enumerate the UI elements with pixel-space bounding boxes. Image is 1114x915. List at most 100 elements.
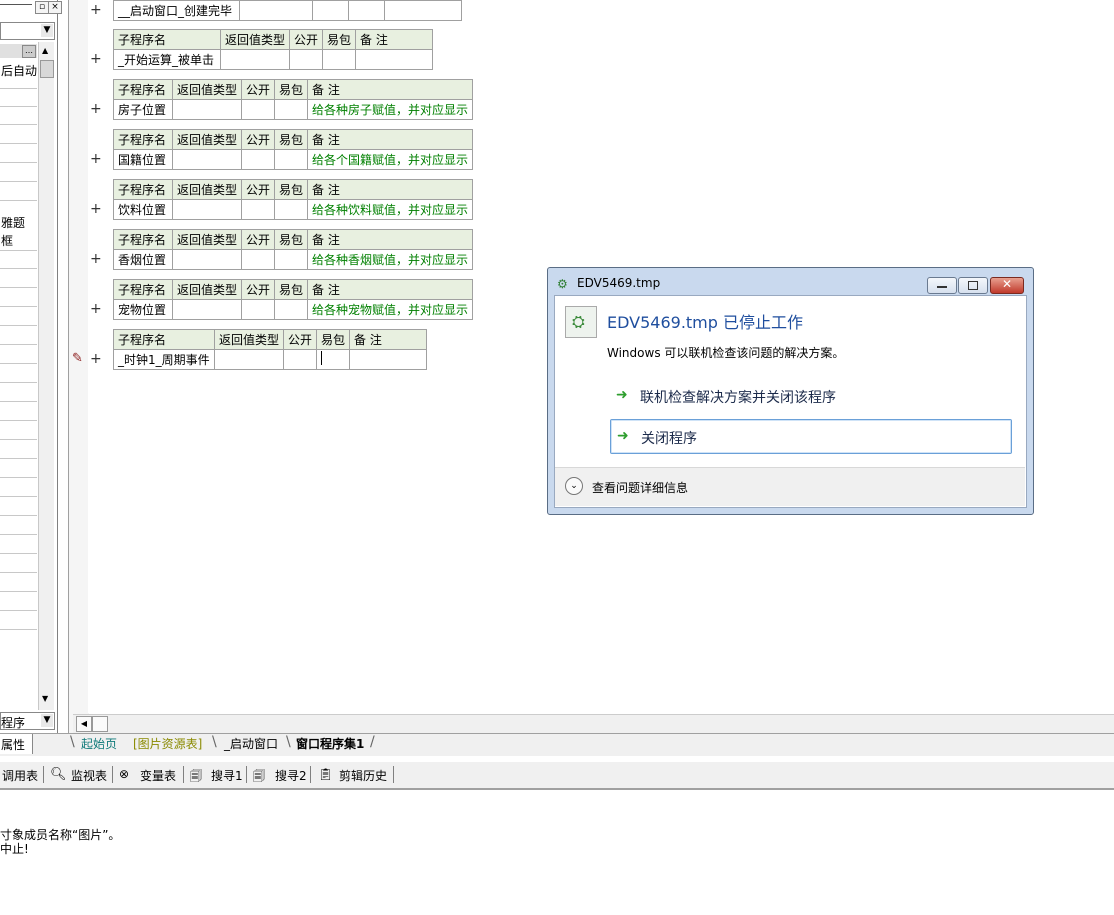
- subroutine-table: 子程序名 返回值类型 公开 易包备 注 _时钟1_周期事件: [113, 329, 428, 370]
- subroutine-easy-pkg[interactable]: [274, 299, 309, 320]
- subroutine-public[interactable]: [241, 199, 276, 220]
- scroll-down-icon[interactable]: ▼: [42, 694, 48, 703]
- subroutine-easy-pkg[interactable]: [316, 349, 351, 370]
- subroutine-public[interactable]: [283, 349, 318, 370]
- header-easy-pkg: 易包: [274, 79, 309, 100]
- subroutine-name[interactable]: 香烟位置: [113, 249, 173, 270]
- tab-start-page[interactable]: 起始页: [81, 735, 117, 752]
- subroutine-note[interactable]: 给各种房子赋值，并对应显示: [307, 99, 474, 120]
- close-button[interactable]: ✕: [990, 277, 1024, 294]
- header-note: 备 注: [307, 279, 474, 300]
- subroutine-easy-pkg[interactable]: [274, 99, 309, 120]
- expand-details-icon[interactable]: ⌄: [565, 477, 583, 495]
- subroutine-note[interactable]: 给各个国籍赋值，并对应显示: [307, 149, 474, 170]
- subroutine-public[interactable]: [241, 249, 276, 270]
- subroutine-public[interactable]: [241, 149, 276, 170]
- program-glyph-icon: ⛭: [572, 312, 585, 331]
- chevron-down-icon[interactable]: ▼: [41, 24, 53, 37]
- horizontal-scrollbar[interactable]: ◀: [73, 714, 1114, 733]
- clipboard-icon: 📋︎: [318, 767, 334, 781]
- close-program-button[interactable]: ➜ 关闭程序: [610, 419, 1012, 454]
- expand-icon[interactable]: +: [90, 251, 102, 267]
- subroutine-easy-pkg[interactable]: [274, 249, 309, 270]
- subroutine-public[interactable]: [241, 99, 276, 120]
- arrow-right-icon: ➜: [616, 387, 628, 403]
- subroutine-easy-pkg[interactable]: [274, 149, 309, 170]
- expand-icon[interactable]: +: [90, 2, 102, 18]
- search1-button[interactable]: 搜寻1: [211, 767, 243, 784]
- tab-startup-window[interactable]: _启动窗口: [224, 735, 278, 752]
- expand-icon[interactable]: +: [90, 351, 102, 367]
- scroll-up-icon[interactable]: ▲: [42, 46, 48, 55]
- vertical-scrollbar[interactable]: ▲ ▼: [38, 42, 54, 710]
- header-note: 备 注: [307, 129, 474, 150]
- subroutine-return-type[interactable]: [171, 199, 243, 220]
- subroutine-table: 子程序名 返回值类型 公开 易包备 注房子位置 给各种房子赋值，并对应显示: [113, 79, 474, 120]
- subroutine-name[interactable]: 宠物位置: [113, 299, 173, 320]
- watch-table-button[interactable]: 监视表: [71, 767, 107, 784]
- subroutine-return-type[interactable]: [219, 49, 291, 70]
- subroutine-easy-pkg[interactable]: [322, 49, 357, 70]
- arrow-right-icon: ➜: [617, 428, 629, 444]
- subroutine-note[interactable]: 给各种饮料赋值，并对应显示: [307, 199, 474, 220]
- header-easy-pkg: 易包: [274, 279, 309, 300]
- subroutine-return-type[interactable]: [171, 299, 243, 320]
- properties-tab[interactable]: 属性: [1, 736, 25, 753]
- property-row-divider: [0, 124, 37, 125]
- panel-header-line: [0, 4, 32, 5]
- subroutine-return-type[interactable]: [171, 249, 243, 270]
- tab-divider: \: [70, 734, 75, 750]
- subroutine-easy-pkg[interactable]: [274, 199, 309, 220]
- subroutine-public[interactable]: [289, 49, 324, 70]
- toolbar-separator: [393, 766, 394, 783]
- header-name: 子程序名: [113, 129, 173, 150]
- maximize-button[interactable]: [958, 277, 988, 294]
- expand-icon[interactable]: +: [90, 151, 102, 167]
- subroutine-name[interactable]: _开始运算_被单击: [113, 49, 221, 70]
- output-line-2: 中止!: [0, 842, 29, 856]
- scroll-thumb[interactable]: [40, 60, 54, 78]
- dialog-heading: EDV5469.tmp 已停止工作: [607, 313, 804, 332]
- object-select[interactable]: ▼: [0, 22, 55, 40]
- event-name[interactable]: __启动窗口_创建完毕: [113, 0, 240, 21]
- subroutine-return-type[interactable]: [171, 149, 243, 170]
- clip-history-button[interactable]: 剪辑历史: [339, 767, 387, 784]
- subroutine-name[interactable]: 国籍位置: [113, 149, 173, 170]
- subroutine-name[interactable]: 饮料位置: [113, 199, 173, 220]
- property-row-divider: [0, 515, 37, 516]
- check-online-button[interactable]: ➜ 联机检查解决方案并关闭该程序: [610, 380, 1012, 412]
- tab-image-resources[interactable]: [图片资源表]: [133, 735, 202, 752]
- scroll-left-icon[interactable]: ◀: [76, 716, 92, 732]
- subroutine-return-type[interactable]: [213, 349, 285, 370]
- minimize-button[interactable]: [927, 277, 957, 294]
- expand-icon[interactable]: +: [90, 101, 102, 117]
- chevron-down-icon[interactable]: ▼: [41, 714, 53, 727]
- tab-window-program-set[interactable]: 窗口程序集1: [296, 735, 364, 752]
- subroutine-return-type[interactable]: [171, 99, 243, 120]
- search2-button[interactable]: 搜寻2: [275, 767, 307, 784]
- ellipsis-button[interactable]: …: [22, 45, 36, 58]
- subroutine-note[interactable]: [349, 349, 428, 370]
- property-row-divider: [0, 496, 37, 497]
- bottom-select[interactable]: 程序 ▼: [0, 712, 55, 730]
- property-row-divider: [0, 363, 37, 364]
- edit-pencil-icon: ✎: [72, 351, 83, 366]
- header-easy-pkg: 易包: [274, 129, 309, 150]
- subroutine-note[interactable]: [355, 49, 434, 70]
- header-name: 子程序名: [113, 279, 173, 300]
- expand-icon[interactable]: +: [90, 301, 102, 317]
- restore-icon[interactable]: ▫: [35, 1, 49, 14]
- close-icon[interactable]: ×: [48, 1, 62, 14]
- variables-table-button[interactable]: 变量表: [140, 767, 176, 784]
- expand-icon[interactable]: +: [90, 201, 102, 217]
- expand-icon[interactable]: +: [90, 51, 102, 67]
- subroutine-name[interactable]: _时钟1_周期事件: [113, 349, 215, 370]
- subroutine-note[interactable]: 给各种香烟赋值，并对应显示: [307, 249, 474, 270]
- details-link[interactable]: 查看问题详细信息: [592, 479, 688, 496]
- subroutine-name[interactable]: 房子位置: [113, 99, 173, 120]
- subroutine-table: 子程序名 返回值类型 公开 易包备 注 _开始运算_被单击: [113, 29, 434, 70]
- scroll-thumb[interactable]: [92, 716, 108, 732]
- call-table-button[interactable]: 调用表: [2, 767, 38, 784]
- subroutine-public[interactable]: [241, 299, 276, 320]
- subroutine-note[interactable]: 给各种宠物赋值，并对应显示: [307, 299, 474, 320]
